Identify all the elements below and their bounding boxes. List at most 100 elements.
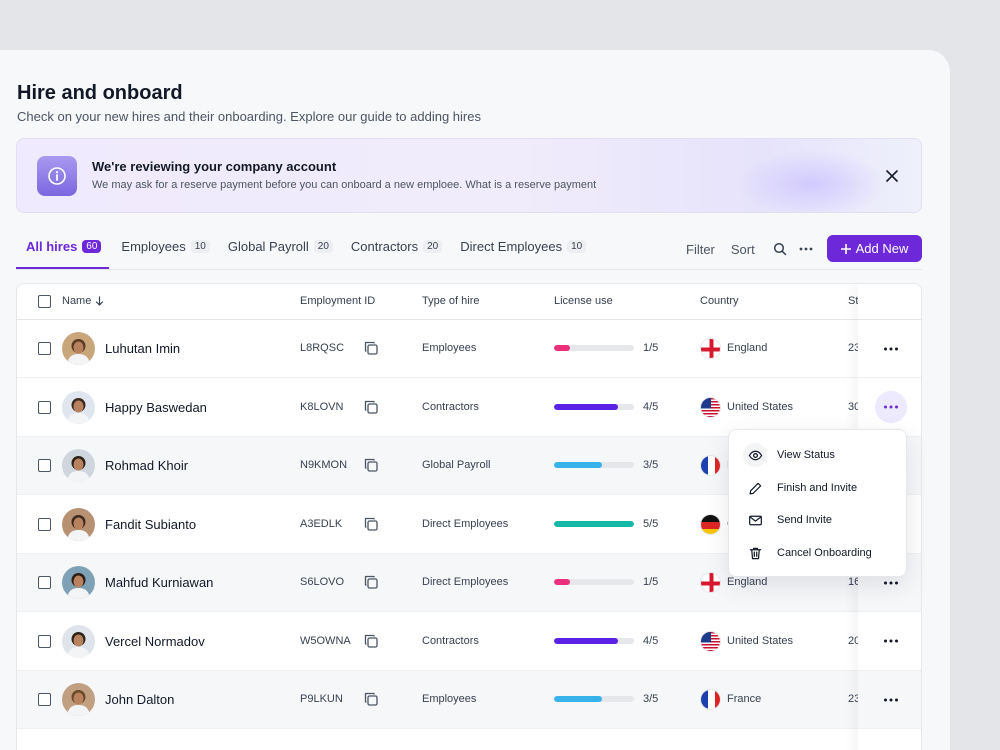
tab-count-badge: 20 xyxy=(313,240,333,253)
table-row[interactable]: John Dalton P9LKUN Employees 3/5 France 23 xyxy=(17,671,921,729)
more-horizontal-icon[interactable] xyxy=(875,333,907,365)
employee-name: Rohmad Khoir xyxy=(105,458,189,473)
column-employment-id: Employment ID xyxy=(300,295,376,307)
employee-name: Happy Baswedan xyxy=(105,399,207,415)
more-horizontal-icon[interactable] xyxy=(875,684,907,716)
row-checkbox[interactable] xyxy=(38,693,51,706)
column-name[interactable]: Name xyxy=(62,295,104,307)
add-new-button[interactable]: Add New xyxy=(827,235,922,262)
copy-icon[interactable] xyxy=(363,340,379,356)
more-horizontal-icon[interactable] xyxy=(874,391,907,423)
license-progress-fill xyxy=(554,462,602,468)
more-horizontal-icon[interactable] xyxy=(797,240,815,258)
employee-name: John Dalton xyxy=(105,692,175,707)
banner-title: We're reviewing your company account xyxy=(92,159,337,174)
employee-name: Fandit Subianto xyxy=(105,516,197,532)
select-all-checkbox[interactable] xyxy=(38,295,51,308)
tab-all-hires[interactable]: All hires 60 xyxy=(16,235,110,269)
avatar xyxy=(62,449,95,482)
license-progress-fill xyxy=(554,403,618,410)
menu-cancel-onboarding[interactable]: Cancel Onboarding xyxy=(729,538,906,568)
tab-global-payroll[interactable]: Global Payroll 20 xyxy=(228,235,333,269)
tab-label: Contractors xyxy=(350,239,419,254)
row-actions-cell xyxy=(858,320,921,378)
menu-finish-and-invite[interactable]: Finish and Invite xyxy=(729,473,906,503)
more-horizontal-icon[interactable] xyxy=(875,625,907,657)
tab-count-badge: 60 xyxy=(82,240,102,253)
employment-id: K8LOVN xyxy=(300,400,344,413)
hire-type: Direct Employees xyxy=(422,576,509,588)
england-flag-icon xyxy=(700,572,721,593)
row-checkbox[interactable] xyxy=(38,342,51,355)
license-progress-bar xyxy=(554,403,634,410)
column-country: Country xyxy=(700,295,739,307)
tab-direct-employees[interactable]: Direct Employees 10 xyxy=(460,235,587,269)
menu-item-label: Send Invite xyxy=(777,514,833,526)
country-name: United States xyxy=(727,634,794,647)
employment-id: N9KMON xyxy=(300,459,348,471)
license-progress-fill xyxy=(554,637,618,644)
search-icon[interactable] xyxy=(771,240,789,258)
filter-button[interactable]: Filter xyxy=(686,242,715,257)
avatar xyxy=(62,566,95,599)
employment-id: S6LOVO xyxy=(300,576,345,588)
sort-button[interactable]: Sort xyxy=(731,242,755,257)
employment-id: L8RQSC xyxy=(300,342,345,354)
employment-id: W5OWNA xyxy=(300,634,351,647)
row-checkbox[interactable] xyxy=(38,459,51,472)
row-checkbox[interactable] xyxy=(38,634,51,648)
avatar xyxy=(62,332,95,365)
copy-icon[interactable] xyxy=(363,399,379,415)
row-actions-cell xyxy=(858,671,921,729)
country-name: England xyxy=(727,342,768,354)
row-checkbox[interactable] xyxy=(38,517,51,531)
tab-label: All hires xyxy=(26,239,78,254)
england-flag-icon xyxy=(700,338,721,359)
tabs-divider xyxy=(16,269,922,270)
copy-icon[interactable] xyxy=(363,516,379,532)
tab-label: Global Payroll xyxy=(227,239,309,254)
license-progress-fill xyxy=(554,520,634,527)
menu-item-label: Cancel Onboarding xyxy=(777,547,872,559)
close-icon[interactable] xyxy=(881,165,903,187)
license-progress-bar xyxy=(554,345,634,351)
row-checkbox[interactable] xyxy=(38,576,51,589)
mail-icon xyxy=(747,512,763,528)
license-progress-fill xyxy=(554,696,602,702)
license-progress-bar xyxy=(554,696,634,702)
tab-contractors[interactable]: Contractors 20 xyxy=(350,235,443,269)
actions-header xyxy=(858,284,921,320)
license-progress-fill xyxy=(554,345,570,351)
copy-icon[interactable] xyxy=(363,574,379,590)
page-subtitle: Check on your new hires and their onboar… xyxy=(17,109,481,124)
avatar xyxy=(62,624,95,658)
column-start: St xyxy=(848,295,859,307)
copy-icon[interactable] xyxy=(363,457,379,473)
employee-name: Mahfud Kurniawan xyxy=(105,575,214,590)
menu-view-status[interactable]: View Status xyxy=(729,440,906,470)
row-checkbox[interactable] xyxy=(38,400,51,414)
row-actions-cell xyxy=(858,379,921,437)
menu-item-label: Finish and Invite xyxy=(777,482,858,494)
license-usage: 4/5 xyxy=(643,400,659,413)
license-usage: 3/5 xyxy=(643,693,659,705)
usa-flag-icon xyxy=(700,630,721,652)
pencil-icon xyxy=(747,480,763,496)
france-flag-icon xyxy=(700,689,721,710)
tab-employees[interactable]: Employees 10 xyxy=(121,235,210,269)
license-usage: 1/5 xyxy=(643,342,659,354)
france-flag-icon xyxy=(700,455,721,476)
country-name: United States xyxy=(727,400,794,413)
license-usage: 3/5 xyxy=(643,459,659,471)
table-row[interactable]: Vercel Normadov W5OWNA Contractors 4/5 Unite… xyxy=(17,613,921,671)
copy-icon[interactable] xyxy=(363,633,379,649)
row-actions-cell xyxy=(858,613,921,671)
menu-send-invite[interactable]: Send Invite xyxy=(729,505,906,535)
table-row[interactable]: Happy Baswedan K8LOVN Contractors 4/5 United… xyxy=(17,379,921,437)
eye-icon xyxy=(743,443,767,467)
license-usage: 5/5 xyxy=(643,517,659,530)
table-row[interactable]: Luhutan Imin L8RQSC Employees 1/5 England 23 xyxy=(17,320,921,378)
copy-icon[interactable] xyxy=(363,691,379,707)
tab-count-badge: 10 xyxy=(567,240,587,253)
banner-text: We may ask for a reserve payment before … xyxy=(92,179,597,191)
